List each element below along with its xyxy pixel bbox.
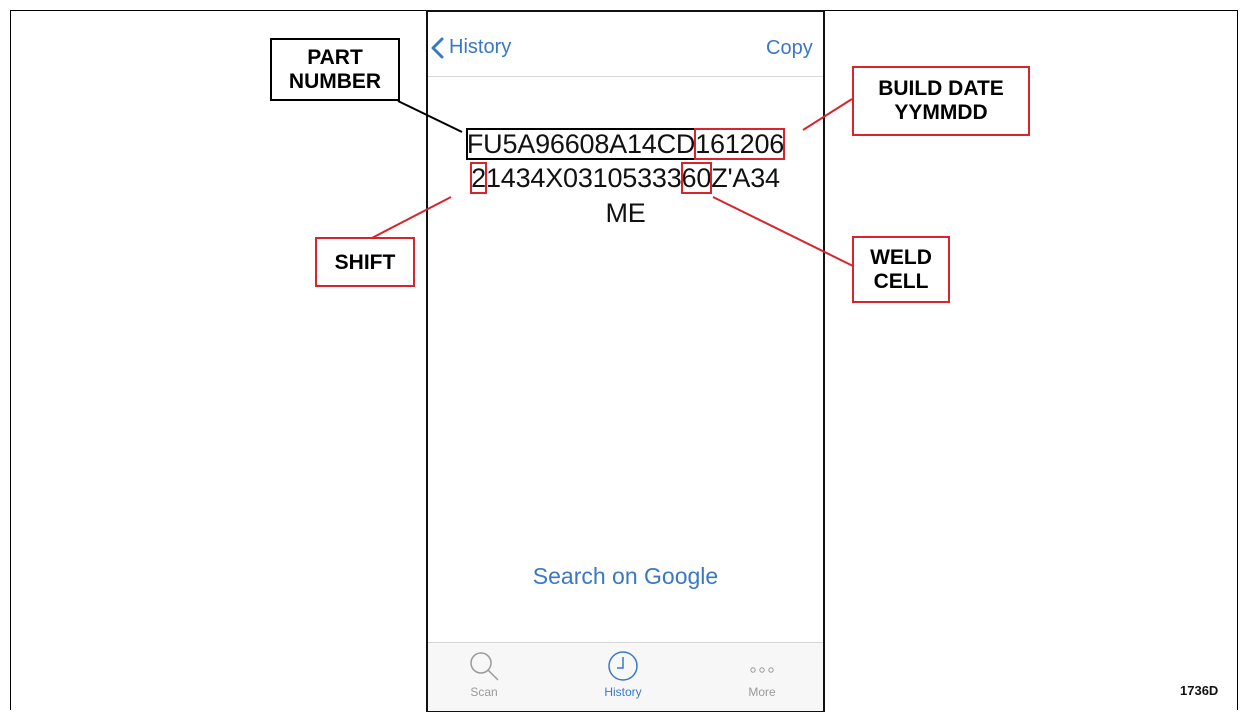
figure-id: 1736D — [1180, 683, 1219, 698]
leader-lines — [369, 98, 854, 267]
figure: History Copy FU5A96608A14CD161206 21434X… — [0, 0, 1250, 716]
shift-leader — [369, 196, 452, 240]
shift-callout: SHIFT — [315, 237, 415, 287]
weld-cell-callout-text: WELD CELL — [870, 246, 932, 293]
build-date-callout-text: BUILD DATE YYMMDD — [878, 77, 1004, 124]
part-number-leader — [397, 100, 463, 133]
build-date-leader — [802, 98, 853, 131]
part-number-callout: PART NUMBER — [270, 38, 400, 101]
build-date-callout: BUILD DATE YYMMDD — [852, 66, 1030, 136]
weld-cell-callout: WELD CELL — [852, 236, 950, 303]
shift-callout-text: SHIFT — [334, 251, 396, 274]
weld-cell-leader — [712, 196, 854, 267]
part-number-callout-text: PART NUMBER — [288, 46, 382, 93]
